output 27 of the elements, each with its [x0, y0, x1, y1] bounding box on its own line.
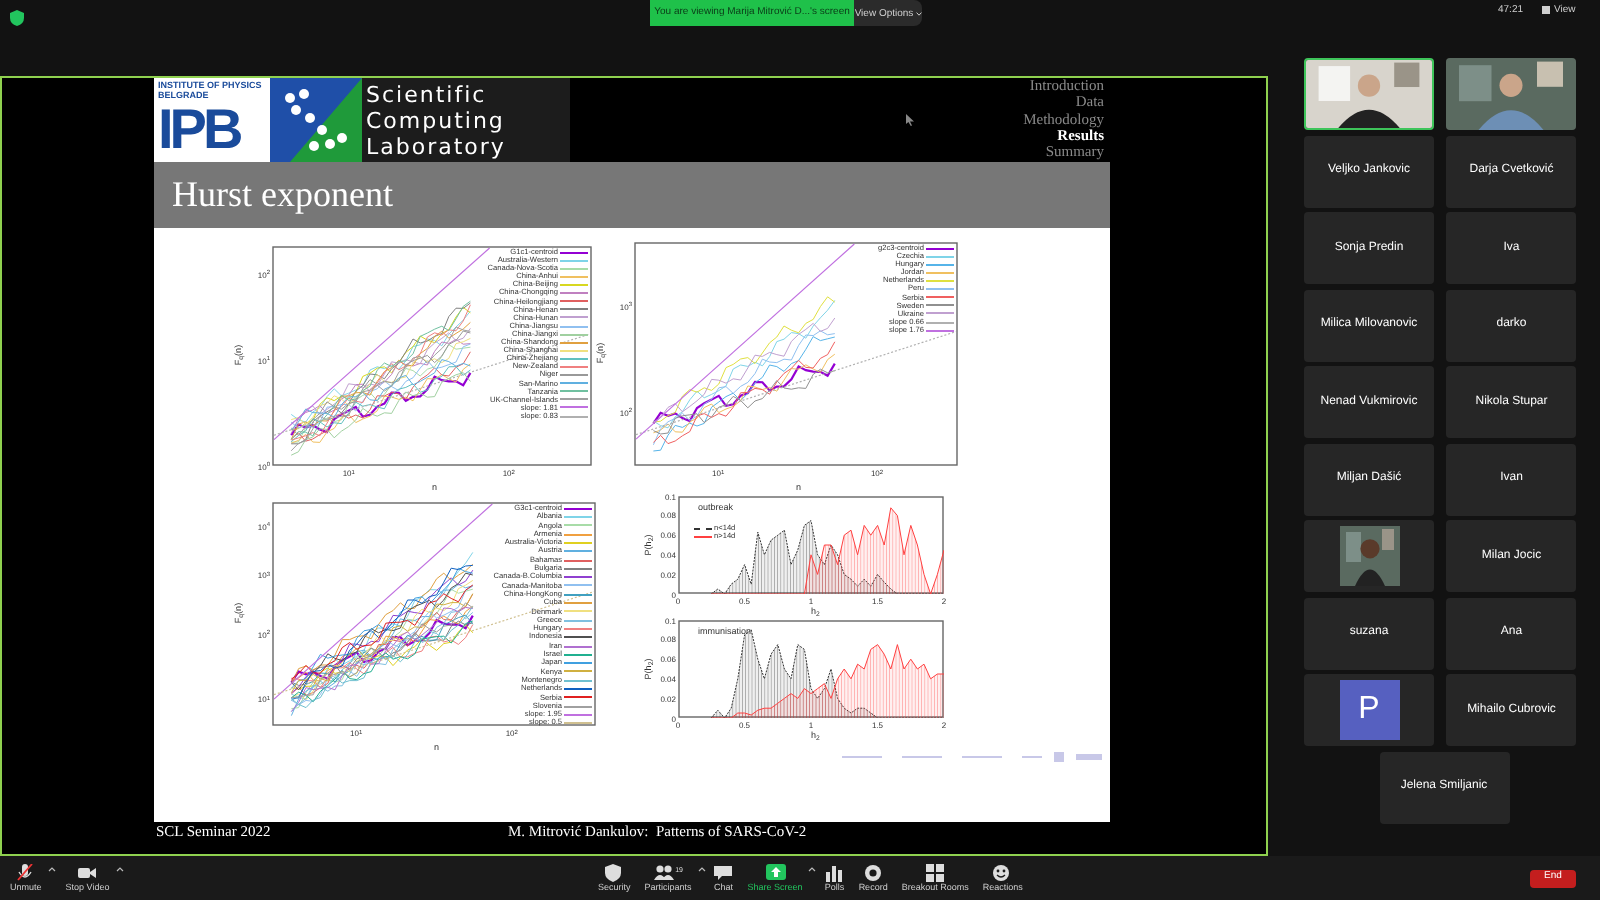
bar-chart-icon [824, 863, 845, 881]
caret-icon[interactable] [697, 866, 706, 872]
chat-bubble-icon [713, 863, 734, 881]
caret-icon[interactable] [47, 866, 56, 872]
record-icon [863, 863, 884, 881]
share-arrow-icon [765, 863, 786, 881]
shield-icon [604, 863, 625, 881]
participant-tile[interactable]: P [1304, 674, 1434, 746]
caret-icon[interactable] [115, 866, 124, 872]
avatar: P [1339, 680, 1399, 740]
microphone-muted-icon [15, 863, 36, 881]
shield-icon [10, 10, 24, 26]
lab-name: Laboratory [366, 133, 508, 159]
camera-icon [77, 863, 98, 881]
logo-letters: IPB [158, 100, 243, 160]
smiley-icon [992, 863, 1013, 881]
slide-title: Hurst exponent [172, 172, 393, 218]
participant-tile[interactable] [1446, 58, 1577, 130]
caret-icon[interactable] [808, 866, 817, 872]
lab-name: Computing [366, 107, 507, 133]
people-icon [653, 863, 674, 881]
participant-tile[interactable] [1304, 520, 1434, 592]
grid-icon [925, 863, 946, 881]
cursor-icon [906, 114, 914, 126]
participant-tile[interactable] [1304, 58, 1434, 130]
lab-name: Scientific [366, 81, 489, 107]
caret-icon [915, 11, 922, 15]
